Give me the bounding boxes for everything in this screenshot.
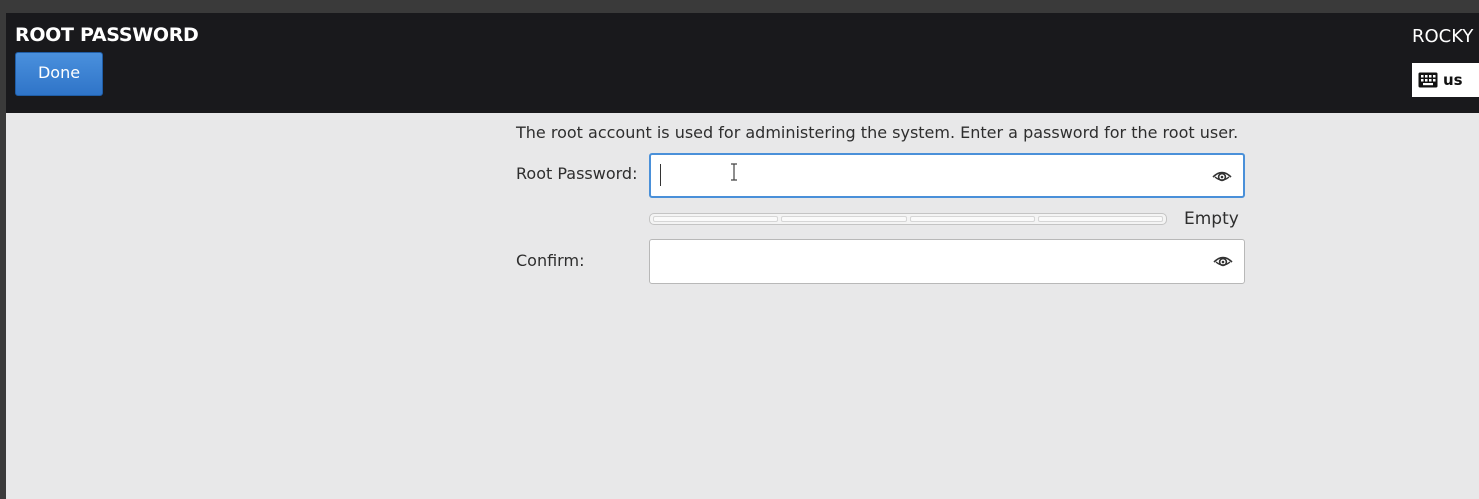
strength-segment — [653, 216, 779, 222]
keyboard-icon — [1418, 72, 1438, 88]
strength-segment — [909, 216, 1035, 222]
confirm-password-input[interactable] — [649, 239, 1245, 284]
root-account-description: The root account is used for administeri… — [516, 123, 1239, 142]
password-strength-bar — [649, 213, 1167, 225]
confirm-label: Confirm: — [516, 251, 585, 270]
show-password-eye-icon[interactable] — [1211, 167, 1233, 185]
root-password-label: Root Password: — [516, 164, 638, 183]
done-button[interactable]: Done — [15, 52, 103, 96]
strength-segment — [1037, 216, 1163, 222]
password-strength-label: Empty — [1184, 209, 1239, 229]
show-confirm-eye-icon[interactable] — [1212, 252, 1234, 270]
page-title: ROOT PASSWORD — [15, 24, 199, 46]
spoke-header: ROOT PASSWORD Done ROCKY us — [6, 13, 1479, 113]
keyboard-layout-indicator[interactable]: us — [1412, 63, 1479, 97]
strength-segment — [781, 216, 907, 222]
installer-window: ROOT PASSWORD Done ROCKY us The root acc… — [6, 13, 1479, 499]
text-caret — [660, 164, 661, 186]
keyboard-layout-label: us — [1443, 71, 1463, 89]
root-password-input[interactable] — [649, 153, 1245, 198]
product-name: ROCKY — [1412, 26, 1474, 47]
ibeam-cursor-icon — [730, 163, 738, 181]
